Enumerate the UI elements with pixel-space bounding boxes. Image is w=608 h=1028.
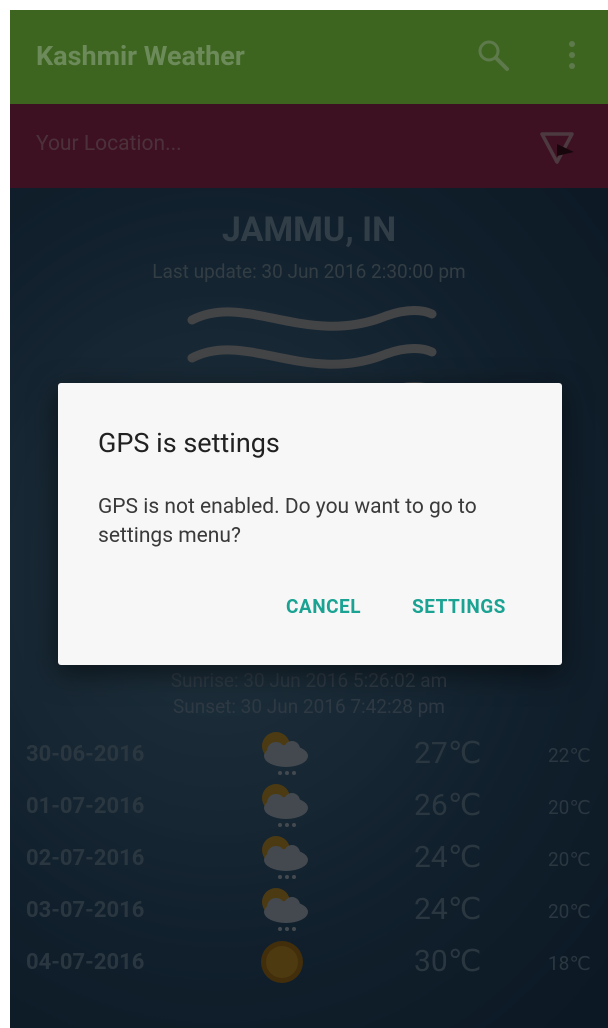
dialog-title: GPS is settings (98, 427, 280, 459)
cancel-button[interactable]: CANCEL (286, 595, 361, 618)
dialog-message: GPS is not enabled. Do you want to go to… (98, 495, 477, 548)
app-bar: Kashmir Weather (10, 10, 608, 104)
app-screen: Kashmir Weather Your Location... JAMMU, … (10, 10, 608, 1028)
more-vert-icon[interactable] (562, 38, 582, 72)
gps-dialog: GPS is settings GPS is not enabled. Do y… (58, 383, 562, 665)
search-icon[interactable] (476, 38, 510, 72)
settings-button[interactable]: SETTINGS (412, 595, 506, 618)
app-title: Kashmir Weather (36, 40, 245, 72)
